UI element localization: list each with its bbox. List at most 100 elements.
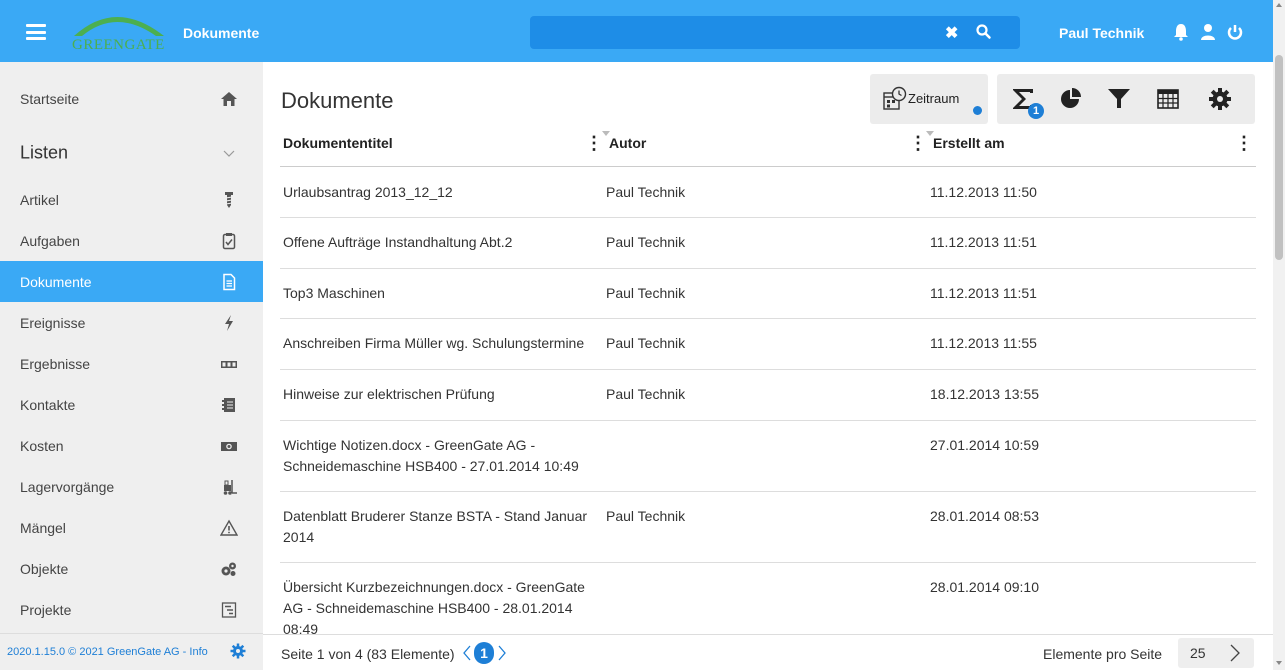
sum-badge: 1 [1028,103,1044,119]
per-page-label: Elemente pro Seite [1043,646,1163,662]
cell-autor: Paul Technik [606,184,686,200]
counter-icon [220,355,238,373]
table-icon[interactable] [1156,87,1180,111]
cell-title: Anschreiben Firma Müller wg. Schulungste… [283,335,585,351]
user-name[interactable]: Paul Technik [1059,25,1144,41]
chevron-left-icon[interactable] [461,643,473,663]
chevron-down-icon [220,144,238,162]
cell-title: Urlaubsantrag 2013_12_12 [283,184,453,200]
gear-icon[interactable] [230,643,246,659]
per-page-select[interactable]: 25 [1178,638,1254,668]
gantt-icon [220,601,238,619]
table-row[interactable]: Anschreiben Firma Müller wg. Schulungste… [280,319,1256,370]
warning-icon [219,519,239,537]
search-icon[interactable] [975,23,993,41]
sidebar-item-startseite[interactable]: Startseite [0,78,263,119]
table-row[interactable]: Übersicht Kurzbezeichnungen.docx - Green… [280,563,1256,634]
sidebar-section-label: Listen [20,142,69,162]
sidebar-item-projekte[interactable]: Projekte [0,589,263,630]
sidebar-item-maengel[interactable]: Mängel [0,507,263,548]
scroll-down-arrow-icon[interactable] [1276,661,1282,665]
page-title: Dokumente [281,88,394,113]
cell-date: 28.01.2014 08:53 [930,508,1039,524]
lightning-icon [220,314,238,332]
chevron-right-icon[interactable] [1228,643,1242,663]
sidebar-item-label: Objekte [20,560,69,577]
column-menu-icon[interactable]: ⋮ [585,132,603,167]
cell-date: 18.12.2013 13:55 [930,386,1039,402]
home-icon [220,90,238,108]
toolbar: 1 [997,74,1255,124]
address-book-icon [220,396,238,414]
clipboard-check-icon [220,232,238,250]
pie-chart-icon[interactable] [1059,87,1083,111]
table-row[interactable]: Top3 Maschinen Paul Technik 11.12.2013 1… [280,269,1256,319]
cell-autor: Paul Technik [606,234,686,250]
logo: GREENGATE [66,6,172,62]
menu-icon[interactable] [26,24,46,40]
top-bar: GREENGATE Dokumente ✖ Paul Technik [0,0,1273,62]
sidebar-item-kontakte[interactable]: Kontakte [0,384,263,425]
bell-icon[interactable] [1172,23,1190,41]
column-header-dokumententitel[interactable]: Dokumententitel [283,132,393,167]
table-row[interactable]: Urlaubsantrag 2013_12_12 Paul Technik 11… [280,168,1256,218]
scrollbar-thumb[interactable] [1275,55,1283,260]
sidebar-item-objekte[interactable]: Objekte [0,548,263,589]
sidebar-item-aufgaben[interactable]: Aufgaben [0,220,263,261]
filter-icon[interactable] [1107,87,1131,111]
table-row[interactable]: Offene Aufträge Instandhaltung Abt.2 Pau… [280,218,1256,269]
zeitraum-label: Zeitraum [908,91,960,106]
table-row[interactable]: Datenblatt Bruderer Stanze BSTA - Stand … [280,492,1256,563]
cell-title: Offene Aufträge Instandhaltung Abt.2 [283,234,513,250]
version-info-link[interactable]: 2020.1.15.0 © 2021 GreenGate AG - Info [7,646,208,658]
sidebar-item-label: Aufgaben [20,232,80,249]
sidebar-item-label: Kontakte [20,396,76,413]
cell-title: Datenblatt Bruderer Stanze BSTA - Stand … [283,508,588,545]
cell-date: 11.12.2013 11:51 [930,285,1037,301]
table-row[interactable]: Hinweise zur elektrischen Prüfung Paul T… [280,370,1256,421]
cell-autor: Paul Technik [606,508,686,524]
user-icon[interactable] [1199,23,1217,41]
scroll-up-arrow-icon[interactable] [1276,3,1282,7]
sidebar-item-ergebnisse[interactable]: Ergebnisse [0,343,263,384]
chevron-right-icon[interactable] [496,643,508,663]
table-row[interactable]: Wichtige Notizen.docx - GreenGate AG - S… [280,421,1256,492]
main-content: Dokumente Zeitraum 1 Dokumententitel ⋮ A… [263,62,1273,670]
sidebar-item-label: Kosten [20,437,64,454]
sidebar-item-ereignisse[interactable]: Ereignisse [0,302,263,343]
zeitraum-button[interactable]: Zeitraum [870,74,988,124]
logo-text: GREENGATE [72,37,165,53]
table-header: Dokumententitel ⋮ Autor ⋮ Erstellt am ⋮ [280,131,1256,167]
cell-title: Wichtige Notizen.docx - GreenGate AG - S… [283,437,579,474]
document-icon [220,273,238,291]
sidebar-item-label: Mängel [20,519,66,536]
sidebar-item-dokumente[interactable]: Dokumente [0,261,263,302]
sidebar-item-artikel[interactable]: Artikel [0,179,263,220]
sidebar-footer: 2020.1.15.0 © 2021 GreenGate AG - Info [0,633,263,670]
cell-title: Hinweise zur elektrischen Prüfung [283,386,495,402]
column-header-erstellt-am[interactable]: Erstellt am [933,132,1005,167]
column-menu-icon[interactable]: ⋮ [909,132,927,167]
sidebar-item-lagervorgaenge[interactable]: Lagervorgänge [0,466,263,507]
clear-icon[interactable]: ✖ [945,23,958,43]
power-icon[interactable] [1226,23,1244,41]
page-number-button[interactable]: 1 [474,642,494,664]
sidebar-item-kosten[interactable]: Kosten [0,425,263,466]
sidebar-section-listen[interactable]: Listen [0,132,263,173]
cell-date: 27.01.2014 10:59 [930,437,1039,453]
pagination: Seite 1 von 4 (83 Elemente) 1 Elemente p… [263,634,1273,670]
forklift-icon [220,478,238,496]
cell-autor: Paul Technik [606,285,686,301]
page-scrollbar[interactable] [1273,0,1285,670]
cell-autor: Paul Technik [606,335,686,351]
column-header-autor[interactable]: Autor [609,132,646,167]
cell-date: 28.01.2014 09:10 [930,579,1039,595]
sidebar-item-label: Startseite [20,90,80,107]
search-input[interactable]: ✖ [530,16,1020,49]
gears-icon [220,560,238,578]
column-menu-icon[interactable]: ⋮ [1235,132,1253,167]
sidebar-item-label: Ereignisse [20,314,86,331]
settings-gear-icon[interactable] [1208,87,1232,111]
app-title: Dokumente [183,25,260,41]
table-body: Urlaubsantrag 2013_12_12 Paul Technik 11… [280,168,1256,634]
